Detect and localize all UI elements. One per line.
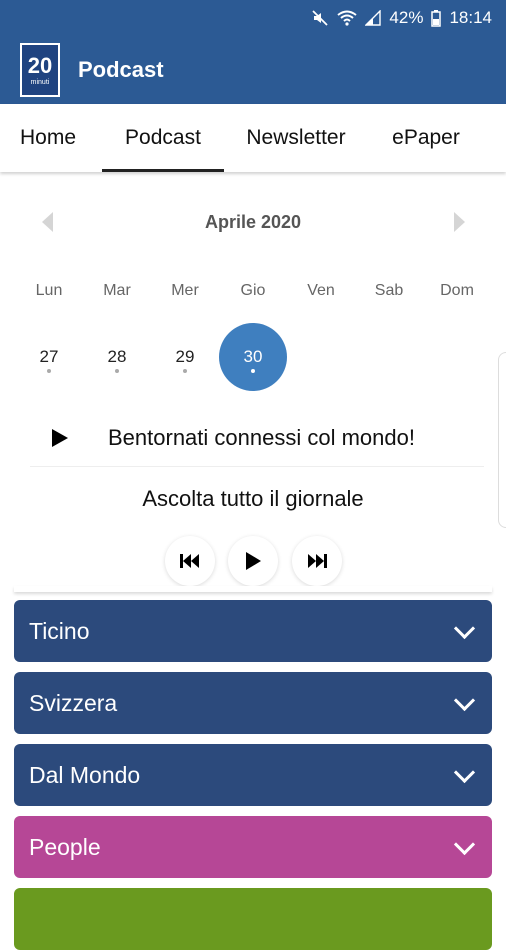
previous-track-button[interactable]	[165, 536, 215, 586]
chevron-down-icon	[453, 833, 476, 855]
tab-home-label: Home	[19, 126, 77, 149]
tab-podcast-label: Podcast	[125, 126, 201, 149]
app-logo[interactable]: 20 minuti	[20, 43, 60, 97]
calendar-day[interactable]: 27	[15, 323, 83, 391]
category-dal-mondo[interactable]: Dal Mondo	[14, 744, 492, 806]
calendar-day-number: 30	[243, 347, 263, 366]
weekday-label: Sab	[374, 282, 404, 299]
chevron-down-icon	[453, 617, 476, 639]
weekday-label: Dom	[440, 282, 474, 299]
play-icon	[246, 552, 261, 570]
calendar-day-selected[interactable]: 30	[219, 323, 287, 391]
weekday-label: Lun	[35, 282, 63, 299]
tab-newsletter[interactable]: Newsletter	[234, 104, 358, 172]
weekday-label: Ven	[307, 282, 335, 299]
clock: 18:14	[449, 8, 492, 27]
month-navigator: Aprile 2020	[0, 200, 506, 244]
category-people[interactable]: People	[14, 816, 492, 878]
battery-percent: 42%	[389, 8, 424, 27]
tab-epaper-label: ePaper	[392, 126, 460, 149]
chevron-down-icon	[453, 761, 476, 783]
mute-icon	[311, 9, 329, 27]
category-label: Svizzera	[29, 689, 118, 716]
episode-dot	[115, 369, 119, 373]
episode-row[interactable]: Bentornati connessi col mondo!	[30, 410, 490, 466]
episode-dot	[183, 369, 187, 373]
chevron-down-icon	[453, 689, 476, 711]
calendar-day[interactable]: 28	[83, 323, 151, 391]
tab-newsletter-label: Newsletter	[246, 126, 346, 149]
side-scroll-handle[interactable]	[498, 352, 506, 528]
next-track-button[interactable]	[292, 536, 342, 586]
calendar-day-number: 28	[107, 347, 127, 366]
wifi-icon	[337, 10, 358, 26]
weekday-label: Mar	[103, 282, 131, 299]
logo-text: minuti	[30, 78, 50, 86]
calendar-day[interactable]: 29	[151, 323, 219, 391]
app-title: Podcast	[78, 57, 164, 82]
next-month-icon[interactable]	[454, 212, 465, 232]
weekday-label: Gio	[240, 282, 266, 299]
tab-epaper[interactable]: ePaper	[378, 104, 474, 172]
category-label: Dal Mondo	[29, 761, 141, 788]
app-bar: 20 minuti Podcast	[0, 36, 506, 104]
listen-all-label: Ascolta tutto il giornale	[142, 486, 364, 511]
calendar-day-number: 27	[39, 347, 59, 366]
skip-back-icon	[180, 554, 199, 568]
tab-podcast[interactable]: Podcast	[102, 104, 224, 172]
signal-icon	[365, 10, 382, 26]
calendar-day-number: 29	[175, 347, 195, 366]
play-all-button[interactable]	[228, 536, 278, 586]
divider	[30, 466, 484, 467]
month-label: Aprile 2020	[204, 212, 302, 232]
episode-dot	[251, 369, 255, 373]
tab-home[interactable]: Home	[4, 104, 92, 172]
skip-forward-icon	[308, 554, 327, 568]
player-card-edge	[14, 586, 492, 592]
category-label: Ticino	[29, 617, 90, 644]
play-icon[interactable]	[52, 429, 68, 447]
weekday-label: Mer	[171, 282, 199, 299]
category-label: People	[29, 833, 101, 860]
episode-dot	[47, 369, 51, 373]
battery-icon	[431, 9, 442, 27]
status-bar: 42% 18:14	[0, 0, 506, 36]
tab-bar: Home Podcast Newsletter ePaper	[0, 104, 506, 172]
logo-number: 20	[27, 52, 53, 78]
category-svizzera[interactable]: Svizzera	[14, 672, 492, 734]
category-partial[interactable]	[14, 888, 492, 950]
category-ticino[interactable]: Ticino	[14, 600, 492, 662]
episode-title: Bentornati connessi col mondo!	[108, 425, 415, 450]
